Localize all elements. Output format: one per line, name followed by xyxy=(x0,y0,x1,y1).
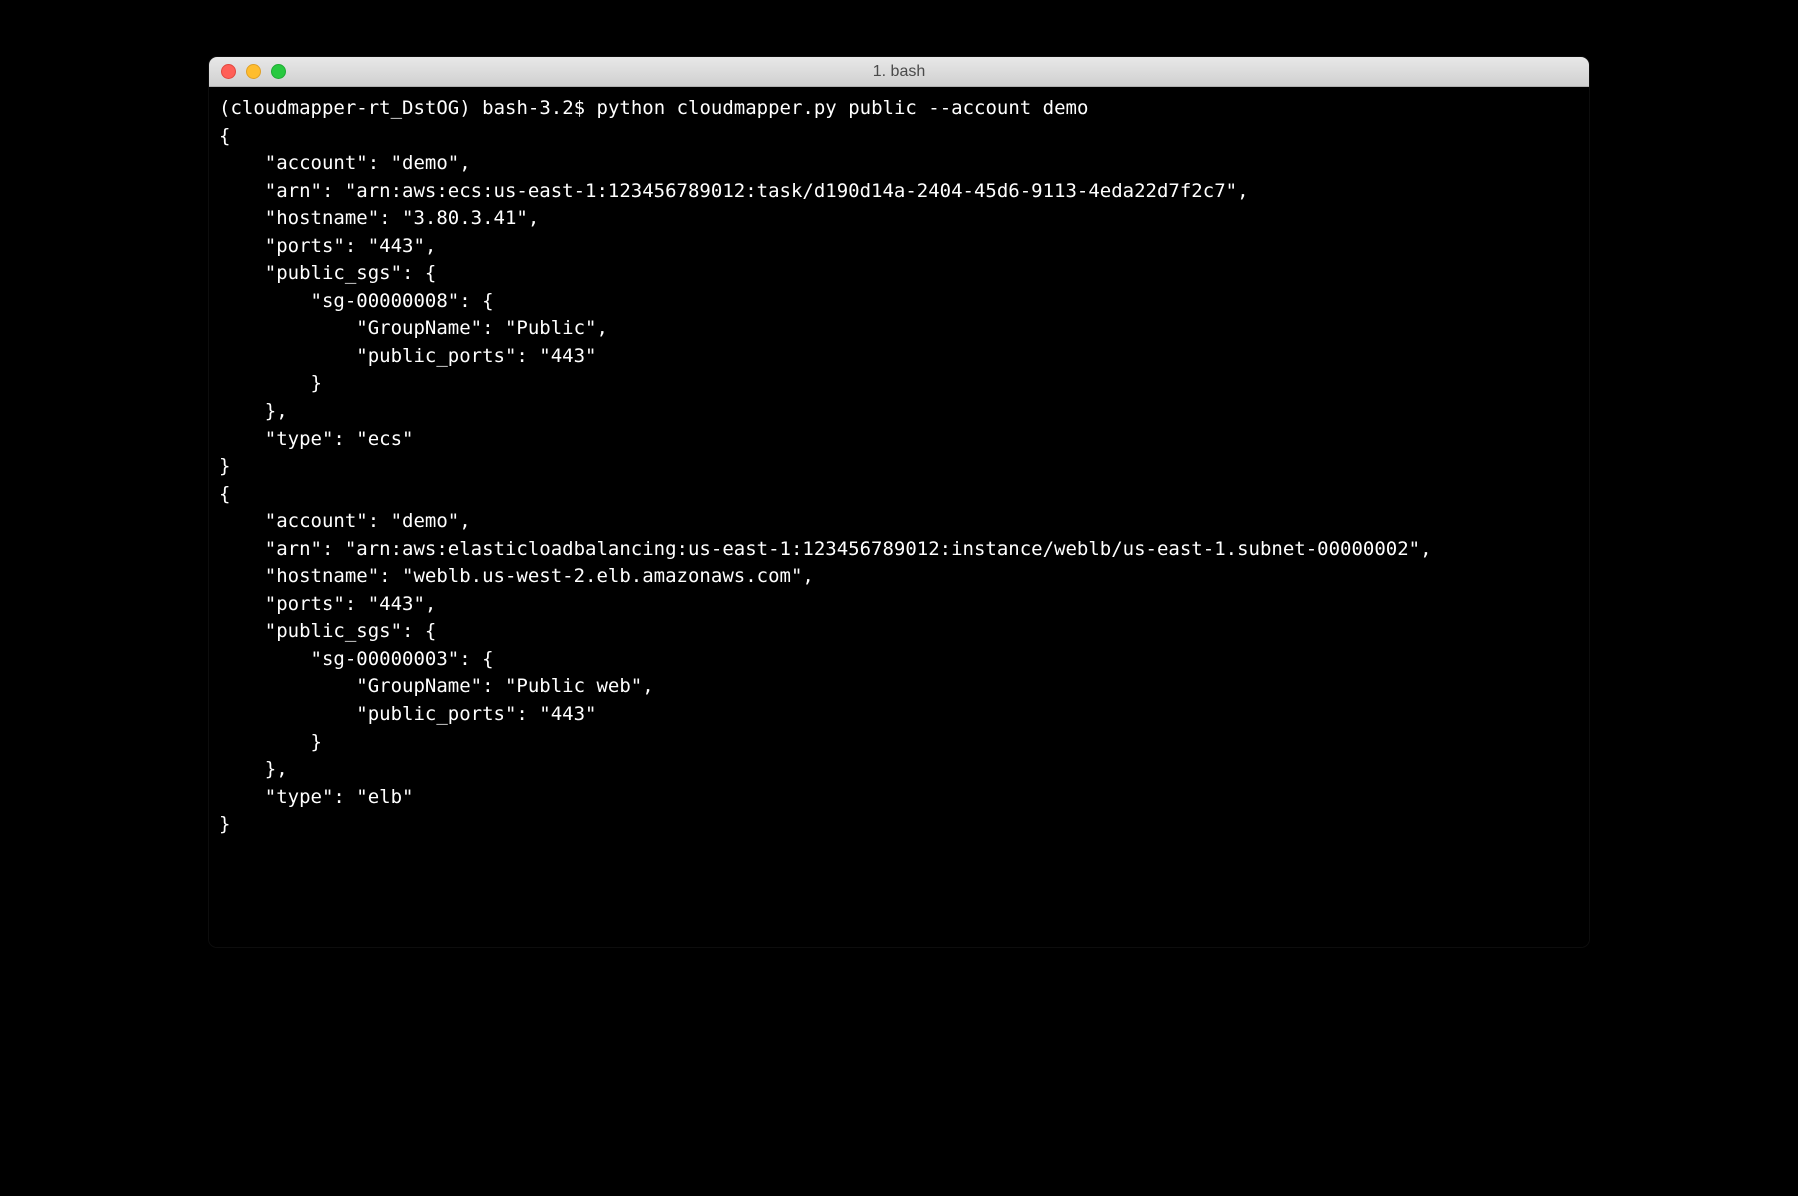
output-line: }, xyxy=(219,756,1579,784)
window-title: 1. bash xyxy=(209,63,1589,81)
output-line: } xyxy=(219,729,1579,757)
output-line: "account": "demo", xyxy=(219,150,1579,178)
output-line: "public_ports": "443" xyxy=(219,343,1579,371)
output-line: "GroupName": "Public", xyxy=(219,315,1579,343)
output-line: "arn": "arn:aws:elasticloadbalancing:us-… xyxy=(219,536,1579,564)
output-line: "ports": "443", xyxy=(219,233,1579,261)
close-button[interactable] xyxy=(221,64,236,79)
prompt-command: python cloudmapper.py public --account d… xyxy=(597,97,1089,119)
output-line: "GroupName": "Public web", xyxy=(219,673,1579,701)
prompt-shell: bash-3.2$ xyxy=(482,97,585,119)
output-line: "hostname": "3.80.3.41", xyxy=(219,205,1579,233)
output-line: "ports": "443", xyxy=(219,591,1579,619)
output-line: "type": "elb" xyxy=(219,784,1579,812)
terminal-body[interactable]: (cloudmapper-rt_DstOG) bash-3.2$ python … xyxy=(209,87,1589,947)
output-line: "sg-00000003": { xyxy=(219,646,1579,674)
window-titlebar[interactable]: 1. bash xyxy=(209,57,1589,87)
output-line: "hostname": "weblb.us-west-2.elb.amazona… xyxy=(219,563,1579,591)
output-line: { xyxy=(219,123,1579,151)
terminal-output: { "account": "demo", "arn": "arn:aws:ecs… xyxy=(219,123,1579,839)
output-line: "public_sgs": { xyxy=(219,260,1579,288)
output-line: "arn": "arn:aws:ecs:us-east-1:1234567890… xyxy=(219,178,1579,206)
traffic-lights xyxy=(209,64,286,79)
minimize-button[interactable] xyxy=(246,64,261,79)
output-line: } xyxy=(219,370,1579,398)
output-line: } xyxy=(219,453,1579,481)
prompt-line: (cloudmapper-rt_DstOG) bash-3.2$ python … xyxy=(219,95,1579,123)
output-line: "type": "ecs" xyxy=(219,426,1579,454)
output-line: "public_sgs": { xyxy=(219,618,1579,646)
output-line: "sg-00000008": { xyxy=(219,288,1579,316)
terminal-window: 1. bash (cloudmapper-rt_DstOG) bash-3.2$… xyxy=(209,57,1589,947)
output-line: "account": "demo", xyxy=(219,508,1579,536)
prompt-env: (cloudmapper-rt_DstOG) xyxy=(219,97,471,119)
output-line: }, xyxy=(219,398,1579,426)
output-line: } xyxy=(219,811,1579,839)
maximize-button[interactable] xyxy=(271,64,286,79)
output-line: { xyxy=(219,481,1579,509)
output-line: "public_ports": "443" xyxy=(219,701,1579,729)
